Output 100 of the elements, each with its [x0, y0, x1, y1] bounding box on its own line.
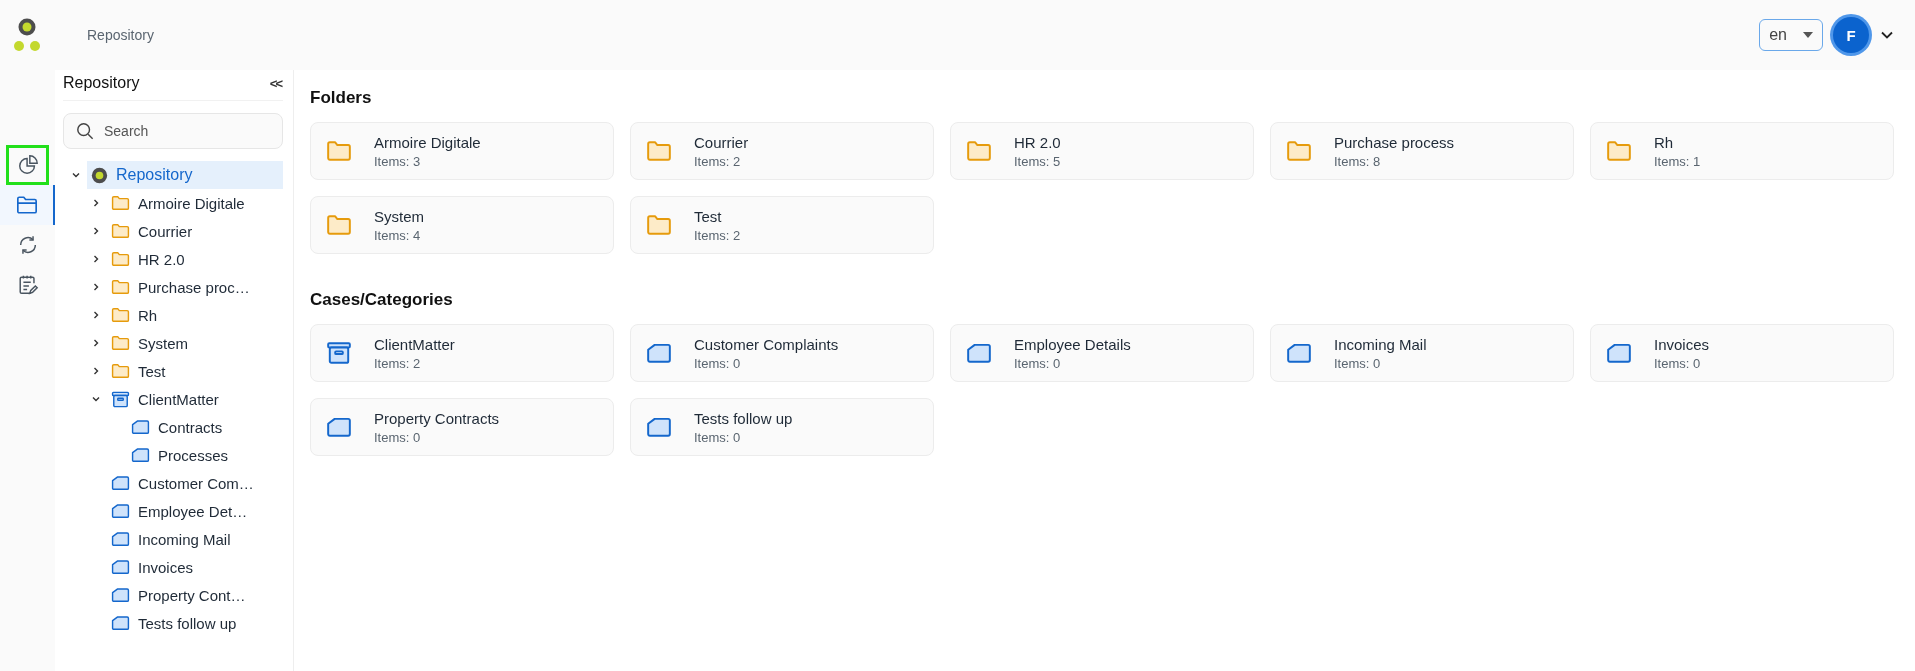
tree-item[interactable]: Employee Det… [107, 497, 283, 525]
folder-icon [111, 279, 130, 295]
tree-item[interactable]: Processes [127, 441, 283, 469]
chevron-right-icon[interactable] [91, 310, 101, 320]
archive-box-icon [111, 389, 130, 409]
archive-box-icon [326, 340, 352, 366]
folder-card[interactable]: Courrier Items: 2 [630, 122, 934, 180]
folder-card[interactable]: Customer Complaints Items: 0 [630, 324, 934, 382]
card-title: Tests follow up [694, 409, 793, 427]
item-count: Items: 0 [1014, 355, 1062, 371]
card-title: Armoire Digitale [374, 133, 481, 151]
folder-icon [131, 447, 150, 463]
section-heading: Cases/Categories [310, 290, 454, 310]
language-select[interactable]: en [1759, 19, 1823, 51]
folder-icon [111, 363, 130, 379]
card-title: System [374, 207, 424, 225]
chevron-down-icon[interactable] [91, 394, 101, 404]
tree-item[interactable]: Invoices [107, 553, 283, 581]
folder-card[interactable]: Incoming Mail Items: 0 [1270, 324, 1574, 382]
chevron-right-icon[interactable] [91, 282, 101, 292]
folder-icon [15, 194, 38, 216]
folder-icon [131, 419, 150, 435]
item-count: Items: 0 [1334, 355, 1382, 371]
folder-icon [1286, 342, 1312, 364]
item-count: Items: 3 [374, 153, 422, 169]
tree-item[interactable]: Property Cont… [107, 581, 283, 609]
folder-icon [966, 140, 992, 162]
avatar[interactable]: F [1833, 17, 1869, 53]
folder-card[interactable]: ClientMatter Items: 2 [310, 324, 614, 382]
folder-icon [646, 342, 672, 364]
tree-item[interactable]: Test [107, 357, 283, 385]
folder-icon [966, 342, 992, 364]
card-title: Courrier [694, 133, 749, 151]
folder-card[interactable]: Armoire Digitale Items: 3 [310, 122, 614, 180]
item-count: Items: 1 [1654, 153, 1701, 169]
card-title: Customer Complaints [694, 335, 839, 353]
folder-card[interactable]: Tests follow up Items: 0 [630, 398, 934, 456]
folder-icon [111, 195, 130, 211]
tree-item[interactable]: Contracts [127, 413, 283, 441]
chevron-right-icon[interactable] [91, 198, 101, 208]
chevron-right-icon[interactable] [91, 254, 101, 264]
nav-button[interactable] [0, 185, 55, 225]
item-count: Items: 2 [374, 355, 422, 371]
caret-down-icon [1803, 32, 1813, 38]
card-title: Purchase process [1334, 133, 1455, 151]
tree-item[interactable]: HR 2.0 [107, 245, 283, 273]
item-count: Items: 8 [1334, 153, 1382, 169]
tree-item[interactable]: Incoming Mail [107, 525, 283, 553]
pie-chart-icon [16, 154, 39, 176]
card-title: Property Contracts [374, 409, 500, 427]
tree-item[interactable]: System [107, 329, 283, 357]
card-title: HR 2.0 [1014, 133, 1061, 151]
item-count: Items: 0 [1654, 355, 1702, 371]
folder-icon [1286, 140, 1312, 162]
notes-edit-icon [16, 274, 39, 296]
nav-button[interactable] [6, 145, 49, 185]
tree-item[interactable]: Courrier [107, 217, 283, 245]
item-count: Items: 5 [1014, 153, 1061, 169]
folder-icon [646, 416, 672, 438]
tree-item[interactable]: Armoire Digitale [107, 189, 283, 217]
chevron-down-icon[interactable] [1881, 31, 1893, 39]
section-heading: Folders [310, 88, 373, 108]
folder-card[interactable]: Test Items: 2 [630, 196, 934, 254]
chevron-right-icon[interactable] [91, 338, 101, 348]
tree-item[interactable]: ClientMatter [107, 385, 283, 413]
item-count: Items: 0 [694, 429, 742, 445]
tree-item[interactable]: Rh [107, 301, 283, 329]
logo-icon [12, 17, 42, 53]
folder-icon [1606, 342, 1632, 364]
chevron-right-icon[interactable] [91, 226, 101, 236]
folder-card[interactable]: Employee Details Items: 0 [950, 324, 1254, 382]
search-field[interactable]: Search [63, 113, 283, 149]
card-title: Invoices [1654, 335, 1710, 353]
folder-icon [111, 587, 130, 603]
folder-card[interactable]: System Items: 4 [310, 196, 614, 254]
item-count: Items: 2 [694, 227, 741, 243]
folder-icon [111, 307, 130, 323]
folder-card[interactable]: Invoices Items: 0 [1590, 324, 1894, 382]
folder-card[interactable]: Purchase process Items: 8 [1270, 122, 1574, 180]
folder-icon [326, 416, 352, 438]
tree-item[interactable]: Tests follow up [107, 609, 283, 637]
folder-icon [111, 223, 130, 239]
folder-icon [1606, 140, 1632, 162]
tree-item[interactable]: Repository [87, 161, 283, 189]
collapse-button[interactable]: << [269, 75, 281, 91]
search-icon [76, 122, 94, 140]
folder-card[interactable]: Rh Items: 1 [1590, 122, 1894, 180]
folder-card[interactable]: HR 2.0 Items: 5 [950, 122, 1254, 180]
tree-item[interactable]: Customer Com… [107, 469, 283, 497]
folder-icon [326, 214, 352, 236]
folder-icon [646, 140, 672, 162]
card-title: ClientMatter [374, 335, 455, 353]
chevron-down-icon[interactable] [71, 170, 81, 180]
folder-icon [111, 503, 130, 519]
card-title: Incoming Mail [1334, 335, 1427, 353]
card-title: Rh [1654, 133, 1675, 151]
folder-icon [111, 531, 130, 547]
chevron-right-icon[interactable] [91, 366, 101, 376]
folder-card[interactable]: Property Contracts Items: 0 [310, 398, 614, 456]
tree-item[interactable]: Purchase proc… [107, 273, 283, 301]
